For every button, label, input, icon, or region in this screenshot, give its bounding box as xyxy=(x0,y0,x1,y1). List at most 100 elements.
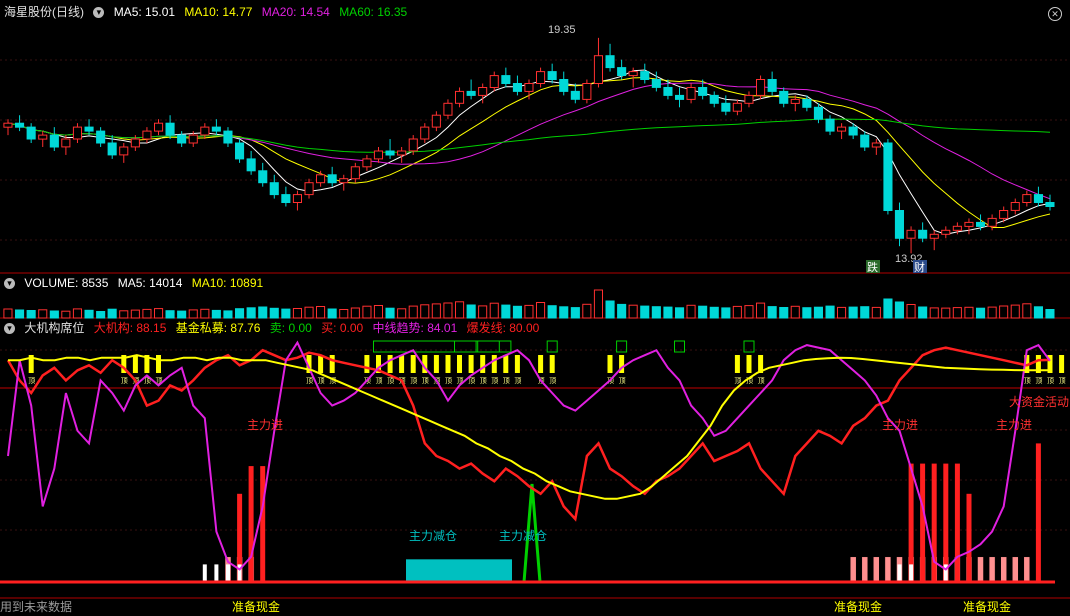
fall-tag: 跌 xyxy=(867,260,878,274)
signal-bar-label: 顶 xyxy=(318,377,325,385)
volume-bar xyxy=(165,310,175,319)
volume-bar xyxy=(339,309,349,319)
volume-bar xyxy=(524,304,534,319)
volume-bar xyxy=(848,306,858,319)
candle xyxy=(269,182,279,196)
candle xyxy=(593,55,604,84)
volume-bar xyxy=(200,308,210,319)
signal-bar xyxy=(433,355,439,373)
candle xyxy=(107,142,117,156)
main-in-spike xyxy=(908,463,914,582)
volume-bar xyxy=(119,310,129,319)
main-in-label-1: 主力进 xyxy=(247,418,283,432)
volume-bar xyxy=(790,305,800,319)
ma20-line xyxy=(7,82,1051,200)
candle xyxy=(119,146,129,156)
candle xyxy=(675,94,685,100)
candle xyxy=(779,90,789,104)
signal-bar-label: 顶 xyxy=(619,377,626,385)
price-panel[interactable] xyxy=(3,37,1055,254)
signal-bar xyxy=(491,355,497,373)
volume-bar xyxy=(188,309,198,319)
reduce-label-2: 主力减仓 xyxy=(499,529,547,543)
indicator-panel[interactable]: 顶顶顶顶顶顶顶顶顶顶顶顶顶顶顶顶顶顶顶顶顶顶顶顶顶顶顶顶顶顶顶顶顶 xyxy=(0,340,1066,584)
candle xyxy=(211,126,221,132)
candle xyxy=(443,102,453,116)
candle xyxy=(512,83,523,92)
candle xyxy=(15,122,25,128)
volume-bar xyxy=(871,306,881,319)
volume-bar xyxy=(84,309,94,319)
main-in-spike xyxy=(1035,443,1041,582)
main-in-spike xyxy=(954,463,960,582)
candle xyxy=(431,114,441,128)
volume-bar xyxy=(420,304,430,319)
volume-panel[interactable] xyxy=(3,289,1055,319)
signal-bar xyxy=(318,355,324,373)
prep-cash-block xyxy=(861,556,869,583)
main-in-spike xyxy=(920,463,926,582)
signal-bar xyxy=(156,355,161,373)
candle xyxy=(223,130,233,144)
candle xyxy=(929,233,939,239)
volume-bar xyxy=(570,307,580,319)
candle xyxy=(397,150,407,156)
candle xyxy=(883,142,893,211)
chart-canvas[interactable]: 顶顶顶顶顶顶顶顶顶顶顶顶顶顶顶顶顶顶顶顶顶顶顶顶顶顶顶顶顶顶顶顶顶 19.35 … xyxy=(0,0,1070,616)
volume-bar xyxy=(38,309,48,319)
volume-bar xyxy=(408,305,418,319)
candle xyxy=(536,71,546,84)
main-in-label-2: 主力进 xyxy=(882,418,918,432)
candle xyxy=(1022,194,1032,204)
volume-bar xyxy=(1022,303,1032,319)
prep-cash-block xyxy=(1000,556,1007,583)
ma60-line xyxy=(7,118,1051,153)
prep-cash-block xyxy=(1012,556,1019,583)
candle xyxy=(570,90,580,100)
candle xyxy=(582,83,592,100)
candle xyxy=(154,122,164,132)
volume-bar xyxy=(605,300,615,319)
candle xyxy=(420,126,430,140)
volume-bar xyxy=(883,298,893,319)
candle xyxy=(258,170,268,184)
signal-bar xyxy=(734,355,740,373)
volume-bar xyxy=(501,304,511,319)
candle xyxy=(49,134,59,148)
candle xyxy=(767,79,777,92)
volume-bar xyxy=(547,305,557,319)
volume-bar xyxy=(316,306,326,319)
candle xyxy=(894,210,905,239)
signal-bar xyxy=(457,355,462,373)
candle xyxy=(200,126,210,136)
signal-bar-label: 顶 xyxy=(445,377,452,385)
white-bar xyxy=(909,564,914,582)
candle xyxy=(489,75,499,88)
cash-label-2: 准备现金 xyxy=(834,599,882,614)
prep-cash-block xyxy=(988,556,996,583)
finance-tag: 财 xyxy=(914,260,925,274)
signal-bar xyxy=(549,355,555,373)
candle xyxy=(478,87,488,96)
signal-bar-label: 顶 xyxy=(1059,377,1066,385)
volume-bar xyxy=(385,307,395,319)
candle xyxy=(813,106,824,120)
volume-bar xyxy=(976,307,986,319)
volume-bar xyxy=(177,310,187,319)
volume-bar xyxy=(1045,309,1055,319)
candle xyxy=(756,79,766,96)
volume-bar xyxy=(397,308,407,319)
candle xyxy=(871,142,881,148)
candle xyxy=(918,229,928,239)
white-bar xyxy=(897,564,902,582)
signal-bar xyxy=(387,355,393,373)
candle xyxy=(246,158,256,172)
volume-bar xyxy=(1010,304,1020,319)
signal-bar-label: 顶 xyxy=(758,377,765,385)
volume-bar xyxy=(489,302,499,319)
volume-bar xyxy=(246,307,256,319)
candle xyxy=(316,174,326,184)
signal-bar xyxy=(746,355,752,373)
volume-bar xyxy=(929,307,939,319)
volume-bar xyxy=(211,309,221,319)
